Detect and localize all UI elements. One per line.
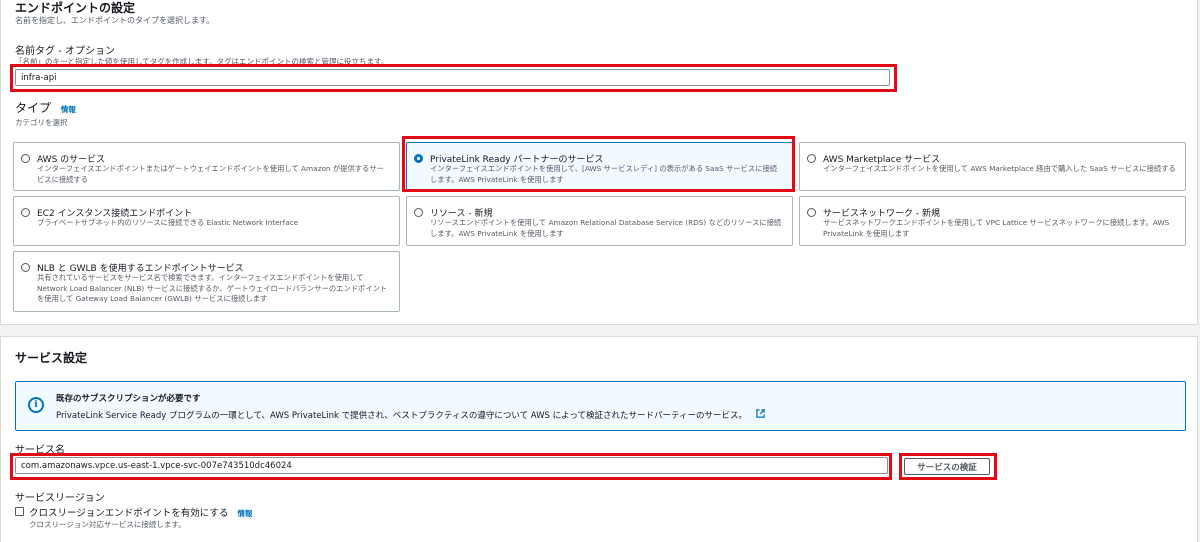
type-option-aws-services[interactable]: AWS のサービス インターフェイスエンドポイントまたはゲートウェイエンドポイン…: [13, 142, 400, 191]
type-option-desc: インターフェイスエンドポイントを使用して、[AWS サービスレディ] の表示があ…: [430, 164, 778, 184]
radio-icon[interactable]: [414, 208, 423, 217]
verify-service-button[interactable]: サービスの検証: [904, 458, 990, 475]
radio-icon[interactable]: [807, 154, 816, 163]
cross-region-checkbox-label[interactable]: クロスリージョンエンドポイントを有効にする: [29, 508, 228, 519]
type-option-desc: プライベートサブネット内のリソースに接続できる Elastic Network …: [37, 218, 299, 227]
type-label-text: タイプ: [15, 101, 52, 115]
endpoint-settings-panel: エンドポイントの設定 名前を指定し、エンドポイントのタイプを選択します。 名前タ…: [0, 0, 1198, 325]
type-option-ec2-instance-connect[interactable]: EC2 インスタンス接続エンドポイント プライベートサブネット内のリソースに接続…: [13, 196, 400, 246]
cross-region-hint: クロスリージョン対応サービスに接続します。: [29, 520, 186, 529]
type-option-aws-marketplace[interactable]: AWS Marketplace サービス インターフェイスエンドポイントを使用し…: [799, 142, 1186, 191]
type-info-link[interactable]: 情報: [61, 105, 76, 114]
name-tag-input[interactable]: [15, 69, 890, 86]
radio-icon[interactable]: [21, 263, 30, 272]
name-tag-hint: 「名前」のキーと指定した値を使用してタグを作成します。タグはエンドポイントの検索…: [15, 57, 389, 66]
cross-region-checkbox[interactable]: [15, 507, 24, 516]
endpoint-settings-description: 名前を指定し、エンドポイントのタイプを選択します。: [15, 16, 215, 25]
service-settings-title: サービス設定: [15, 351, 88, 365]
type-option-nlb-gwlb[interactable]: NLB と GWLB を使用するエンドポイントサービス 共有されているサービスを…: [13, 251, 400, 312]
alert-title: 既存のサブスクリプションが必要です: [56, 394, 201, 404]
radio-icon[interactable]: [21, 208, 30, 217]
type-label: タイプ 情報: [15, 99, 76, 116]
service-name-input[interactable]: [15, 457, 888, 474]
subscription-required-alert: i 既存のサブスクリプションが必要です PrivateLink Service …: [15, 381, 1186, 431]
type-option-desc: インターフェイスエンドポイントまたはゲートウェイエンドポイントを使用して Ama…: [37, 164, 384, 184]
alert-body-text: PrivateLink Service Ready プログラムの一環として、AW…: [56, 411, 747, 421]
external-link-icon-svg: [755, 409, 765, 418]
type-option-resources[interactable]: リソース - 新規 リソースエンドポイントを使用して Amazon Relati…: [406, 196, 793, 246]
endpoint-settings-title: エンドポイントの設定: [15, 1, 136, 15]
type-option-desc: 共有されているサービスをサービス名で検索できます。インターフェイスエンドポイント…: [37, 273, 388, 303]
cross-region-checkbox-row: クロスリージョンエンドポイントを有効にする 情報: [29, 505, 252, 519]
info-circle-icon: i: [28, 397, 44, 413]
radio-icon[interactable]: [21, 154, 30, 163]
type-option-service-network[interactable]: サービスネットワーク - 新規 サービスネットワークエンドポイントを使用して V…: [799, 196, 1186, 246]
service-settings-panel: サービス設定 i 既存のサブスクリプションが必要です PrivateLink S…: [0, 336, 1198, 542]
external-link-icon[interactable]: [755, 409, 765, 421]
type-option-desc: サービスネットワークエンドポイントを使用して VPC Lattice サービスネ…: [823, 218, 1170, 238]
service-region-label: サービスリージョン: [15, 493, 105, 504]
service-name-label: サービス名: [15, 445, 65, 456]
type-option-privatelink-ready[interactable]: PrivateLink Ready パートナーのサービス インターフェイスエンド…: [406, 142, 793, 191]
type-option-desc: インターフェイスエンドポイントを使用して AWS Marketplace 経由で…: [823, 164, 1176, 173]
type-option-desc: リソースエンドポイントを使用して Amazon Relational Datab…: [430, 218, 782, 238]
cross-region-info-link[interactable]: 情報: [237, 509, 252, 518]
radio-selected-icon[interactable]: [414, 154, 423, 163]
type-hint: カテゴリを選択: [15, 118, 68, 127]
radio-icon[interactable]: [807, 208, 816, 217]
alert-body: PrivateLink Service Ready プログラムの一環として、AW…: [56, 409, 765, 421]
name-tag-label: 名前タグ - オプション: [15, 46, 115, 57]
